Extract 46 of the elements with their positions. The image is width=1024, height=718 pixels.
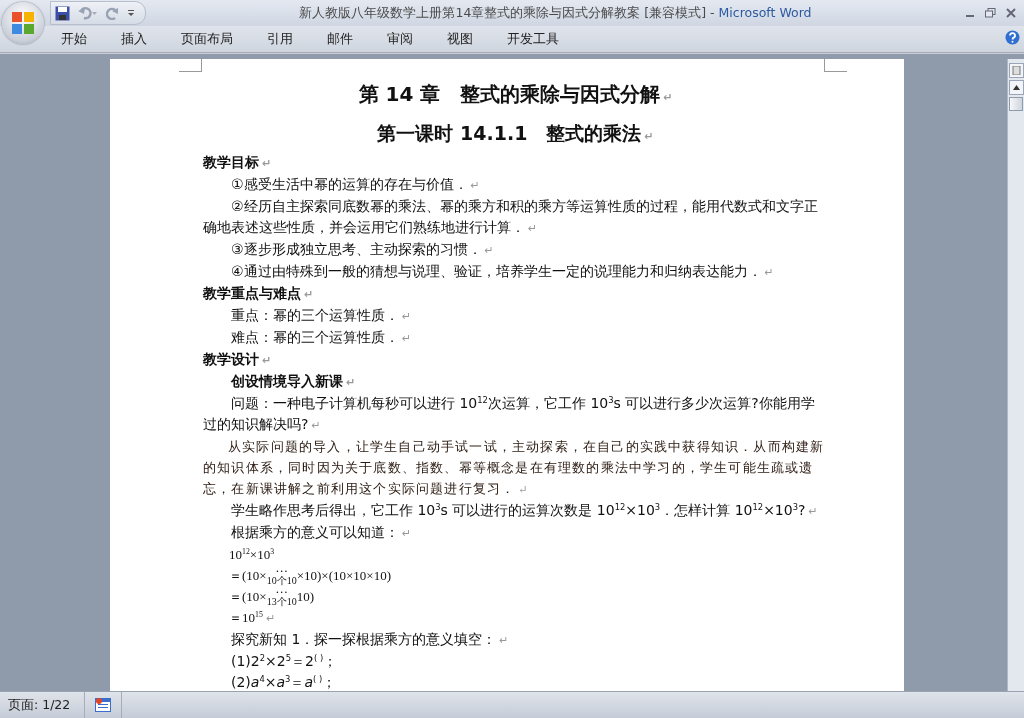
- ribbon-tab[interactable]: 审阅: [374, 26, 426, 52]
- heading: 教学目标 ↵: [203, 153, 273, 172]
- heading: 第 14 章 整式的乘除与因式分解↵: [357, 81, 674, 108]
- ribbon-tab[interactable]: 页面布局: [168, 26, 246, 52]
- heading: 第一课时 14.1.1 整式的乘法↵: [376, 121, 655, 146]
- paragraph: 从实际问题的导入，让学生自己动手试一试，主动探索，在自己的实践中获得知识．从而构建新的知识体系，同时因为关于底数、指数、幂等概念是在有理数的乘法中学习的，学生可能生疏或遗忘，在新课讲解之前利用这个实际问题进行复习． ↵: [203, 438, 826, 498]
- paragraph: 根据乘方的意义可以知道： ↵: [230, 523, 413, 542]
- ribbon-tab[interactable]: 开发工具: [494, 26, 572, 52]
- ruler-toggle-button[interactable]: [1008, 63, 1024, 78]
- crop-mark: [824, 59, 847, 72]
- scrollbar-thumb[interactable]: [1009, 97, 1023, 111]
- paragraph: 探究新知 1．探一探根据乘方的意义填空： ↵: [230, 630, 510, 649]
- close-icon[interactable]: [1006, 8, 1016, 18]
- ribbon-tab[interactable]: 引用: [254, 26, 306, 52]
- restore-icon[interactable]: [985, 8, 996, 18]
- paragraph: 学生略作思考后得出，它工作 10$^{3}$s 可以进行的运算次数是 10$^{12}$×10$^{3}$．怎样计算 10$^{12}$×10$^{3}$? ↵: [230, 500, 819, 520]
- paragraph: ③逐步形成独立思考、主动探索的习惯． ↵: [230, 240, 495, 259]
- crop-mark: [179, 59, 202, 72]
- scroll-up-button[interactable]: [1008, 80, 1024, 95]
- heading: 教学重点与难点 ↵: [203, 284, 315, 303]
- ribbon-tab[interactable]: 视图: [434, 26, 486, 52]
- layout-icon[interactable]: [95, 698, 112, 712]
- ribbon-tab[interactable]: 邮件: [314, 26, 366, 52]
- math-line: 10$^{12}$×10$^{3}$: [228, 546, 276, 564]
- dropdown-caret-icon[interactable]: [127, 9, 135, 17]
- page-count[interactable]: 页面: 1/22: [0, 692, 86, 718]
- paragraph: (2)a$^{4}$×a$^{3}$＝a$^{( )}$；: [230, 672, 338, 691]
- ruler-icon: [1011, 66, 1021, 75]
- paragraph: 重点：幂的三个运算性质． ↵: [230, 306, 413, 325]
- heading: 教学设计 ↵: [203, 350, 273, 369]
- ribbon-tab[interactable]: 开始: [48, 26, 100, 52]
- heading: 创设情境导入新课 ↵: [230, 372, 357, 391]
- up-arrow-icon: [1012, 85, 1020, 90]
- paragraph: ④通过由特殊到一般的猜想与说理、验证，培养学生一定的说理能力和归纳表达能力． ↵: [230, 262, 775, 281]
- paragraph: 难点：幂的三个运算性质． ↵: [230, 328, 413, 347]
- paragraph: (1)2$^{2}$×2$^{5}$＝2$^{( )}$；: [230, 651, 339, 671]
- paragraph: ②经历自主探索同底数幂的乘法、幂的乘方和积的乘方等运算性质的过程，能用代数式和文字正确地表述这些性质，并会运用它们熟练地进行计算． ↵: [203, 197, 819, 237]
- ribbon-tab[interactable]: 插入: [108, 26, 160, 52]
- math-line: ＝10$^{15}$ ↵: [228, 609, 276, 627]
- paragraph: 问题：一种电子计算机每秒可以进行 10$^{12}$次运算，它工作 10$^{3}$s 可以进行多少次运算?你能用学过的知识解决吗? ↵: [203, 393, 816, 434]
- save-icon[interactable]: [55, 5, 70, 21]
- office-logo-icon: [11, 11, 35, 35]
- office-button[interactable]: [2, 2, 44, 44]
- window-title: 新人教版八年级数学上册第14章整式的乘除与因式分解教案 [兼容模式] - Microsoft Word: [298, 4, 813, 22]
- paragraph: ①感受生活中幂的运算的存在与价值． ↵: [230, 175, 481, 194]
- help-icon[interactable]: [1005, 29, 1020, 45]
